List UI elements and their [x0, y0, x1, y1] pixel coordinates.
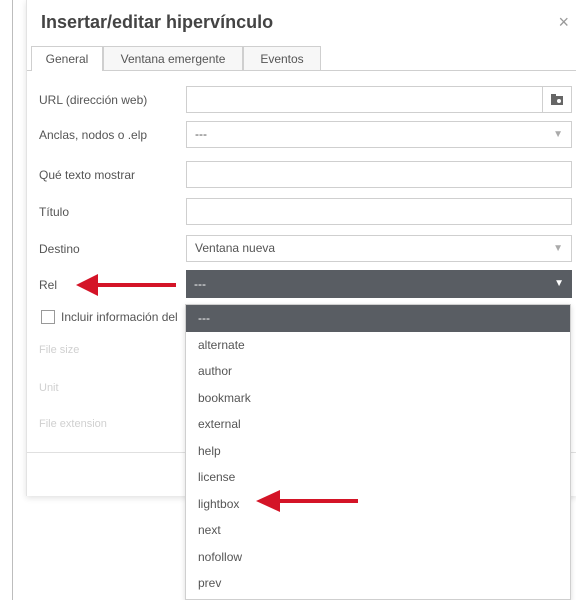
tab-bar: General Ventana emergente Eventos	[27, 46, 576, 71]
unit-label: Unit	[39, 382, 59, 394]
include-info-checkbox[interactable]	[41, 310, 55, 324]
chevron-down-icon: ▼	[554, 278, 564, 289]
page-border-line	[12, 0, 13, 600]
title-input[interactable]	[186, 198, 572, 225]
tab-ventana-emergente[interactable]: Ventana emergente	[103, 46, 243, 70]
text-input[interactable]	[186, 161, 572, 188]
rel-select[interactable]: --- ▼	[186, 270, 572, 298]
file-size-label: File size	[39, 344, 80, 356]
rel-dropdown-list: --- alternate author bookmark external h…	[185, 304, 571, 600]
tab-eventos[interactable]: Eventos	[243, 46, 321, 70]
file-extension-label: File extension	[39, 418, 107, 430]
rel-option-alternate[interactable]: alternate	[186, 332, 570, 359]
rel-label: Rel	[39, 278, 58, 292]
target-select[interactable]: Ventana nueva ▼	[186, 235, 572, 262]
rel-option-external[interactable]: external	[186, 411, 570, 438]
arrow-to-lightbox-icon	[256, 490, 358, 512]
chevron-down-icon: ▼	[553, 243, 563, 254]
browse-files-icon[interactable]	[542, 87, 571, 112]
rel-option-next[interactable]: next	[186, 517, 570, 544]
chevron-down-icon: ▼	[553, 129, 563, 140]
anchors-value: ---	[195, 127, 207, 141]
text-label: Qué texto mostrar	[39, 168, 136, 182]
rel-option-help[interactable]: help	[186, 438, 570, 465]
target-value: Ventana nueva	[195, 241, 276, 255]
anchors-select[interactable]: --- ▼	[186, 121, 572, 148]
include-info-label: Incluir información del	[61, 310, 178, 324]
rel-option-none[interactable]: ---	[186, 305, 570, 332]
tab-general[interactable]: General	[31, 46, 103, 71]
anchors-label: Anclas, nodos o .elp	[39, 128, 148, 142]
rel-option-nofollow[interactable]: nofollow	[186, 544, 570, 571]
target-label: Destino	[39, 242, 80, 256]
dialog-title: Insertar/editar hipervínculo	[41, 12, 274, 32]
rel-option-prev[interactable]: prev	[186, 570, 570, 597]
rel-option-author[interactable]: author	[186, 358, 570, 385]
rel-value: ---	[194, 277, 206, 291]
arrow-to-rel-icon	[76, 274, 176, 296]
url-input[interactable]	[186, 86, 572, 113]
rel-option-license[interactable]: license	[186, 464, 570, 491]
rel-option-bookmark[interactable]: bookmark	[186, 385, 570, 412]
close-icon[interactable]: ×	[558, 12, 569, 33]
rel-option-lightbox[interactable]: lightbox	[186, 491, 570, 518]
url-label: URL (dirección web)	[39, 93, 148, 107]
title-label: Título	[39, 205, 70, 219]
